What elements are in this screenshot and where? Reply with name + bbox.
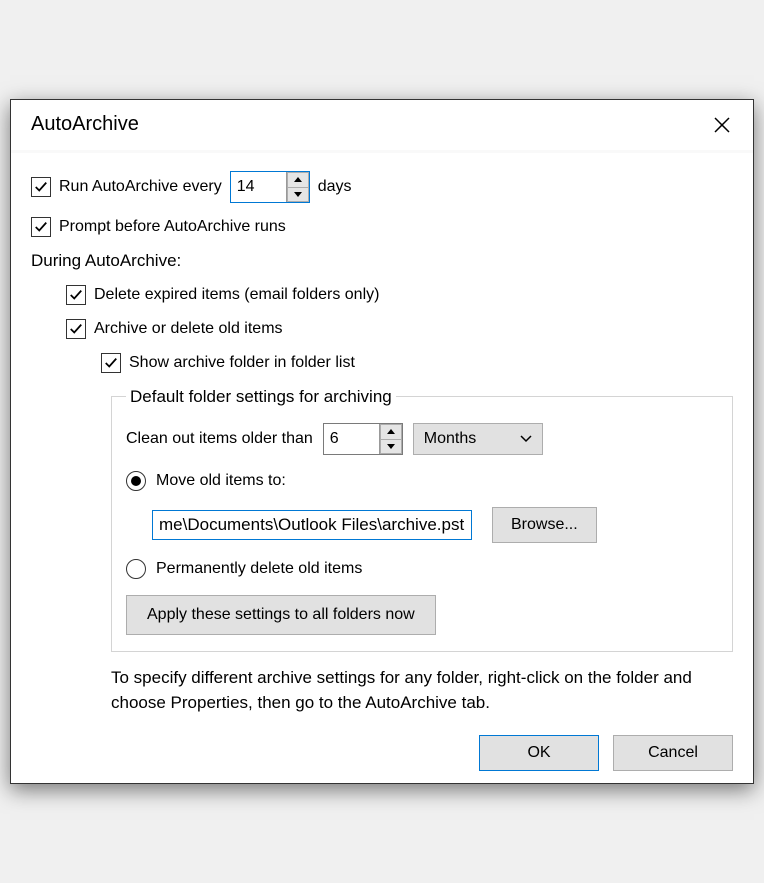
run-autoarchive-label-pre: Run AutoArchive every — [59, 178, 222, 196]
autoarchive-dialog: AutoArchive Run AutoArchive every days — [10, 99, 754, 784]
chevron-down-icon — [387, 444, 395, 449]
chevron-up-icon — [387, 429, 395, 434]
run-autoarchive-label-post: days — [318, 178, 352, 196]
chevron-down-icon — [520, 435, 532, 443]
hint-text: To specify different archive settings fo… — [111, 666, 733, 715]
run-autoarchive-checkbox[interactable] — [31, 177, 51, 197]
show-folder-checkbox[interactable] — [101, 353, 121, 373]
clean-out-spinner — [323, 423, 403, 455]
show-folder-label: Show archive folder in folder list — [129, 354, 355, 372]
archive-old-checkbox[interactable] — [66, 319, 86, 339]
run-days-spinner — [230, 171, 310, 203]
archive-path-row: Browse... — [152, 507, 718, 543]
browse-button[interactable]: Browse... — [492, 507, 597, 543]
during-autoarchive-label: During AutoArchive: — [31, 251, 733, 271]
checkmark-icon — [104, 356, 118, 370]
clean-out-row: Clean out items older than Months — [126, 423, 718, 455]
run-days-input[interactable] — [231, 172, 286, 202]
apply-all-row: Apply these settings to all folders now — [126, 595, 718, 635]
archive-old-label: Archive or delete old items — [94, 320, 283, 338]
dialog-button-row: OK Cancel — [31, 735, 733, 771]
perm-delete-label: Permanently delete old items — [156, 560, 362, 578]
clean-out-input[interactable] — [324, 424, 379, 454]
prompt-row: Prompt before AutoArchive runs — [31, 217, 733, 237]
run-autoarchive-row: Run AutoArchive every days — [31, 171, 733, 203]
clean-out-unit-dropdown[interactable]: Months — [413, 423, 543, 455]
clean-out-down-button[interactable] — [380, 439, 402, 454]
chevron-up-icon — [294, 177, 302, 182]
clean-out-label: Clean out items older than — [126, 430, 313, 448]
prompt-label: Prompt before AutoArchive runs — [59, 218, 286, 236]
fieldset-legend: Default folder settings for archiving — [126, 387, 396, 407]
move-old-radio[interactable] — [126, 471, 146, 491]
delete-expired-label: Delete expired items (email folders only… — [94, 286, 379, 304]
title-bar: AutoArchive — [11, 100, 753, 150]
close-button[interactable] — [707, 110, 737, 140]
close-icon — [714, 117, 730, 133]
dialog-title: AutoArchive — [31, 113, 139, 136]
cancel-button[interactable]: Cancel — [613, 735, 733, 771]
checkmark-icon — [34, 180, 48, 194]
apply-all-button[interactable]: Apply these settings to all folders now — [126, 595, 436, 635]
run-days-down-button[interactable] — [287, 187, 309, 202]
archive-path-input[interactable] — [152, 510, 472, 540]
checkmark-icon — [69, 288, 83, 302]
default-folder-settings-fieldset: Default folder settings for archiving Cl… — [111, 387, 733, 652]
move-old-row: Move old items to: — [126, 471, 718, 491]
perm-delete-radio[interactable] — [126, 559, 146, 579]
show-folder-row: Show archive folder in folder list — [101, 353, 733, 373]
move-old-label: Move old items to: — [156, 472, 286, 490]
delete-expired-row: Delete expired items (email folders only… — [66, 285, 733, 305]
perm-delete-row: Permanently delete old items — [126, 559, 718, 579]
dialog-content: Run AutoArchive every days Prompt before… — [11, 153, 753, 783]
clean-out-unit-label: Months — [424, 430, 476, 448]
checkmark-icon — [69, 322, 83, 336]
clean-out-up-button[interactable] — [380, 424, 402, 439]
archive-old-row: Archive or delete old items — [66, 319, 733, 339]
prompt-checkbox[interactable] — [31, 217, 51, 237]
checkmark-icon — [34, 220, 48, 234]
chevron-down-icon — [294, 192, 302, 197]
ok-button[interactable]: OK — [479, 735, 599, 771]
run-days-up-button[interactable] — [287, 172, 309, 187]
delete-expired-checkbox[interactable] — [66, 285, 86, 305]
